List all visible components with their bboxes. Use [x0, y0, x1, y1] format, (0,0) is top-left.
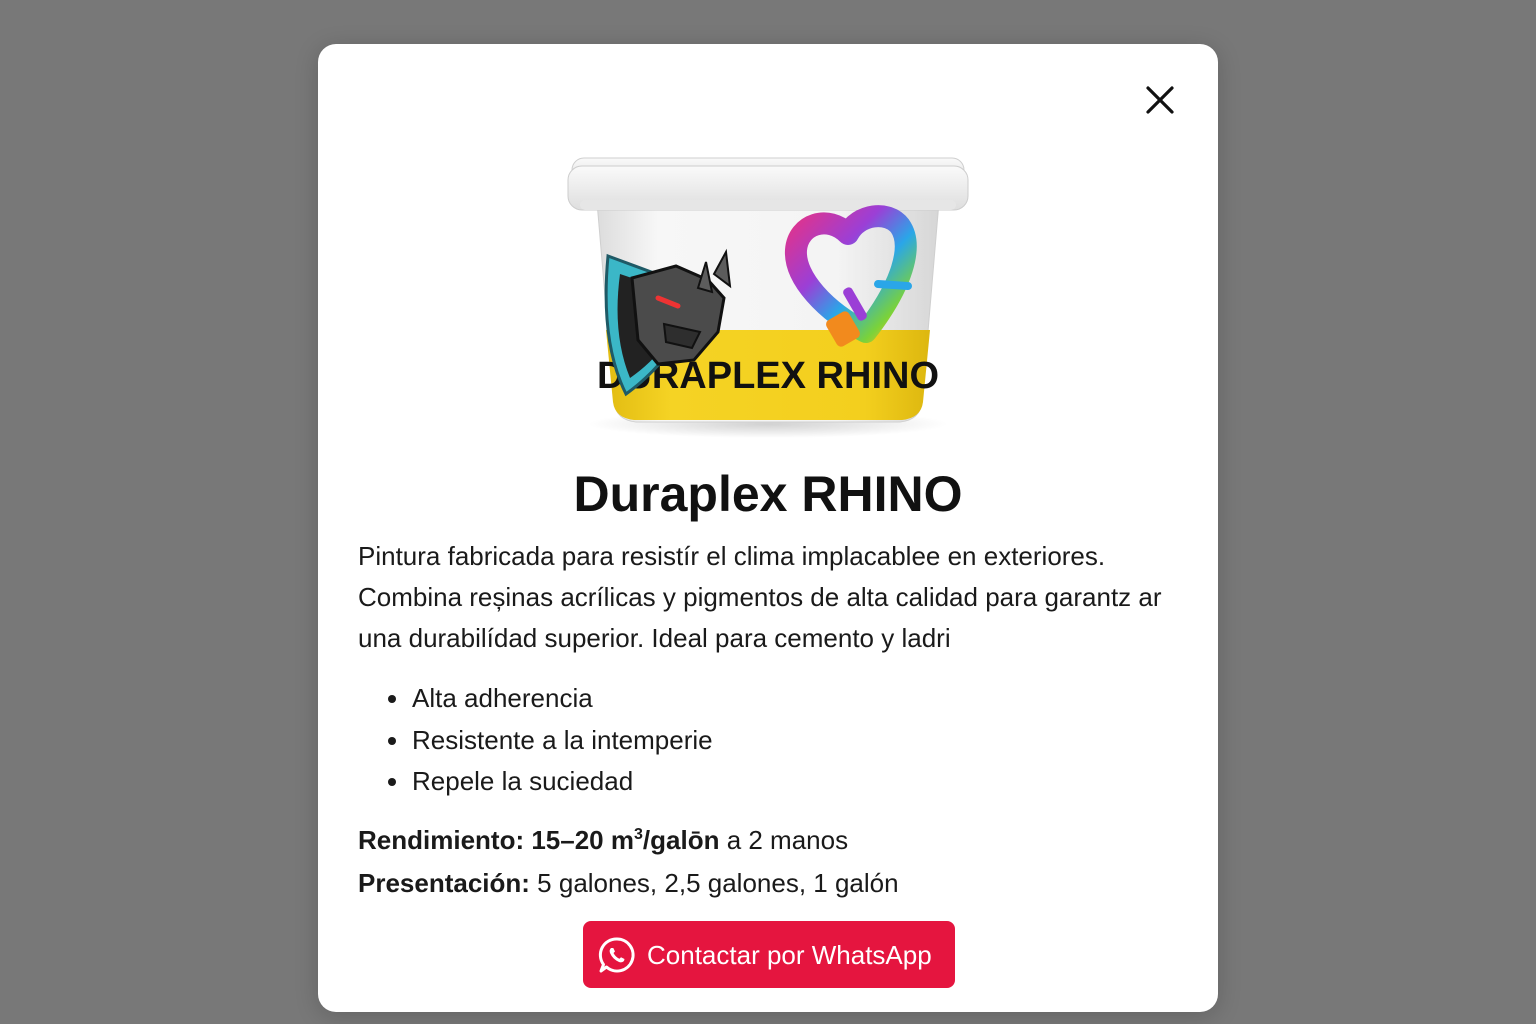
feature-item: Repele la suciedad	[388, 761, 713, 803]
yield-value-suffix: /galōn	[642, 825, 720, 855]
yield-value: 15–20 m3/galōn	[531, 825, 719, 855]
feature-list: Alta adherencia Resistente a la intemper…	[358, 678, 713, 803]
presentation-label: Presentación:	[358, 868, 530, 898]
product-title: Duraplex RHINO	[573, 466, 963, 522]
close-button[interactable]	[1140, 80, 1180, 120]
product-modal: DURAPLEX RHINO Duraplex RHINO Pintura fa…	[318, 44, 1218, 1012]
yield-spec: Rendimiento: 15–20 m3/galōn a 2 manos	[358, 819, 848, 861]
whatsapp-button-label: Contactar por WhatsApp	[647, 939, 932, 970]
yield-extra: a 2 manos	[719, 825, 849, 855]
yield-label: Rendimiento:	[358, 825, 525, 855]
presentation-value: 5 galones, 2,5 galones, 1 galón	[529, 868, 899, 898]
product-description: Pintura fabricada para resistír el clima…	[358, 541, 1162, 653]
product-image: DURAPLEX RHINO	[567, 157, 969, 438]
whatsapp-contact-button[interactable]: Contactar por WhatsApp	[583, 921, 955, 988]
feature-item: Resistente a la intemperie	[388, 720, 713, 762]
presentation-spec: Presentación: 5 galones, 2,5 galones, 1 …	[358, 862, 899, 904]
yield-value-prefix: 15–20 m	[531, 825, 634, 855]
close-icon	[1146, 86, 1174, 114]
whatsapp-icon	[598, 936, 635, 972]
feature-item: Alta adherencia	[388, 678, 713, 720]
yield-value-sup: 3	[634, 826, 643, 843]
